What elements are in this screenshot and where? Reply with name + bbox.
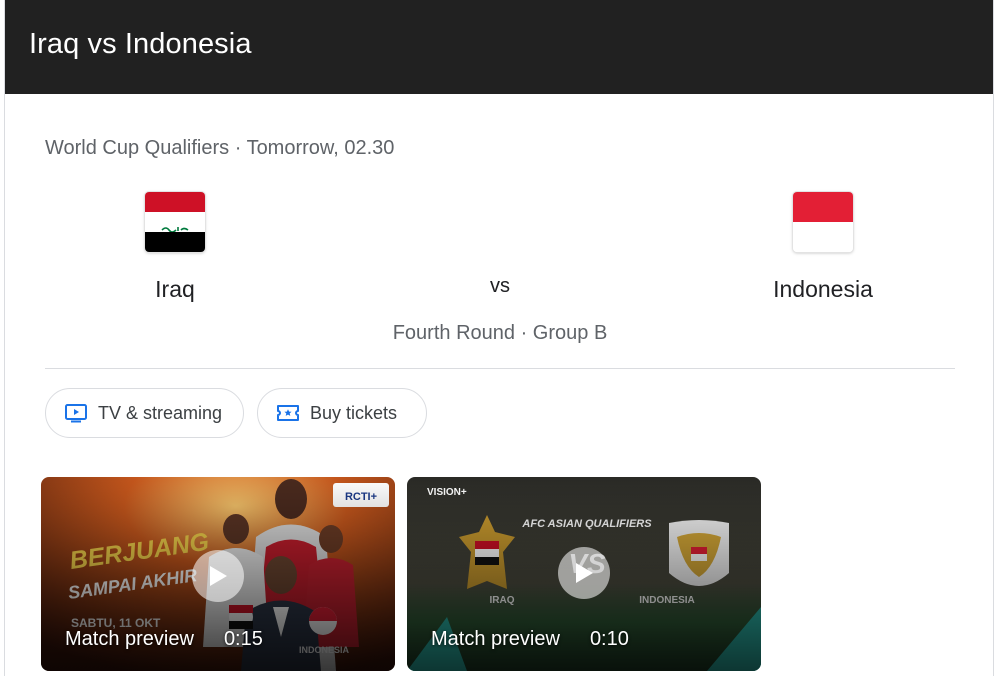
video-caption-1: Match preview 0:15 [65, 628, 263, 651]
tv-streaming-label: TV & streaming [98, 402, 223, 423]
video-duration-2: 0:10 [589, 628, 629, 650]
ticket-icon [276, 401, 300, 425]
video-duration-1: 0:15 [223, 628, 263, 650]
match-time: Tomorrow, 02.30 [246, 137, 395, 159]
match-round: Fourth Round · Group B [305, 322, 695, 345]
round-name: Fourth Round [392, 322, 516, 344]
video-thumbnail-1[interactable]: RCTI+ BERJUANG SAMPAI AKHIR SABTU, 11 OK… [41, 477, 395, 671]
video-title-2: Match preview [431, 628, 560, 650]
group-name: Group B [532, 322, 608, 344]
page-title: Iraq vs Indonesia [29, 28, 252, 60]
vs-label: vs [490, 275, 510, 297]
video-title-1: Match preview [65, 628, 194, 650]
meta-separator: · [229, 137, 247, 159]
match-meta: World Cup Qualifiers · Tomorrow, 02.30 [45, 137, 394, 160]
card-header: Iraq vs Indonesia [5, 0, 993, 94]
video-thumbnail-2[interactable]: VISION+ AFC ASIAN QUALIFIERS IRAQ INDONE… [407, 477, 761, 671]
competition-name[interactable]: World Cup Qualifiers [45, 137, 229, 159]
divider [45, 368, 955, 369]
away-team-name: Indonesia [773, 276, 873, 302]
takbir-script [161, 219, 189, 233]
iraq-flag [145, 192, 205, 252]
home-team[interactable]: Iraq [90, 192, 260, 303]
away-team[interactable]: Indonesia [738, 192, 908, 303]
indonesia-flag [793, 192, 853, 252]
home-team-name: Iraq [155, 276, 195, 302]
play-icon [558, 547, 610, 599]
tv-streaming-button[interactable]: TV & streaming [45, 388, 244, 438]
video-caption-2: Match preview 0:10 [431, 628, 629, 651]
round-separator: · [515, 322, 533, 344]
buy-tickets-button[interactable]: Buy tickets [257, 388, 427, 438]
buy-tickets-label: Buy tickets [310, 402, 398, 423]
tv-icon [64, 401, 88, 425]
match-card: Iraq vs Indonesia World Cup Qualifiers ·… [4, 0, 994, 676]
play-icon [192, 550, 244, 602]
